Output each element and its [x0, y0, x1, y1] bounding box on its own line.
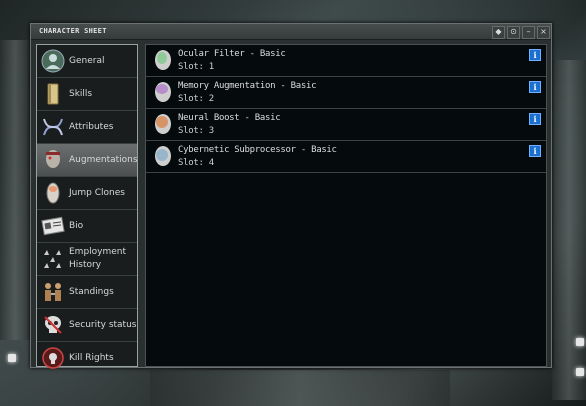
sidebar-item-label: Bio — [69, 220, 84, 231]
augmentation-slot: Slot: 4 — [178, 158, 214, 168]
background-light — [8, 354, 16, 362]
sidebar-item-label: Kill Rights — [69, 352, 114, 363]
sidebar-item-label: General — [69, 55, 105, 66]
options-button[interactable]: ⊙ — [507, 26, 520, 39]
skills-book-icon — [47, 83, 59, 105]
sidebar-item-kill-rights[interactable]: Kill Rights — [37, 342, 137, 374]
employment-history-icon — [44, 250, 61, 268]
sidebar-item-general[interactable]: General — [37, 45, 137, 78]
list-item[interactable]: Memory Augmentation - Basic Slot: 2 i — [146, 77, 546, 109]
sidebar-item-label: Skills — [69, 88, 93, 99]
augmentation-slot: Slot: 1 — [178, 62, 214, 72]
background-strut — [150, 370, 450, 406]
augmentation-slot: Slot: 3 — [178, 126, 214, 136]
list-item[interactable]: Cybernetic Subprocessor - Basic Slot: 4 … — [146, 141, 546, 173]
bio-document-icon — [41, 216, 65, 236]
sidebar-item-label: Attributes — [69, 121, 114, 132]
augmentation-name: Cybernetic Subprocessor - Basic — [178, 145, 337, 155]
augmentation-head-icon — [155, 146, 171, 166]
augmentation-head-icon — [155, 114, 171, 134]
character-sheet-window: CHARACTER SHEET ◆ ⊙ – × General Skills A… — [30, 23, 552, 369]
pin-button[interactable]: ◆ — [492, 26, 505, 39]
augmentation-name: Ocular Filter - Basic — [178, 49, 286, 59]
augmentation-name: Neural Boost - Basic — [178, 113, 281, 123]
sidebar-item-standings[interactable]: Standings — [37, 276, 137, 309]
sidebar-item-jump-clones[interactable]: Jump Clones — [37, 177, 137, 210]
sidebar-item-label: Employment History — [69, 247, 127, 270]
sidebar-item-employment-history[interactable]: Employment History — [37, 243, 137, 276]
info-button[interactable]: i — [529, 81, 541, 93]
sidebar-item-label: Jump Clones — [69, 187, 125, 198]
info-button[interactable]: i — [529, 145, 541, 157]
augmentations-list: Ocular Filter - Basic Slot: 1 i Memory A… — [145, 44, 547, 367]
background-light — [576, 368, 584, 376]
augmentations-head-icon — [46, 150, 60, 168]
minimize-button[interactable]: – — [522, 26, 535, 39]
sidebar-item-bio[interactable]: Bio — [37, 210, 137, 243]
sidebar-item-security-status[interactable]: Security status — [37, 309, 137, 342]
window-titlebar[interactable]: CHARACTER SHEET ◆ ⊙ – × — [31, 24, 551, 40]
sidebar: General Skills Attributes Augmentations — [36, 44, 138, 369]
sidebar-item-augmentations[interactable]: Augmentations — [37, 144, 138, 177]
sidebar-item-skills[interactable]: Skills — [37, 78, 137, 111]
close-button[interactable]: × — [537, 26, 550, 39]
augmentation-name: Memory Augmentation - Basic — [178, 81, 317, 91]
security-status-skull-icon — [44, 316, 62, 334]
background-strut — [0, 40, 30, 340]
augmentation-head-icon — [155, 50, 171, 70]
standings-icon — [45, 283, 61, 301]
background-strut — [552, 60, 586, 400]
augmentation-slot: Slot: 2 — [178, 94, 214, 104]
background-light — [576, 338, 584, 346]
attributes-helix-icon — [43, 118, 63, 136]
info-button[interactable]: i — [529, 49, 541, 61]
sidebar-item-label: Security status — [69, 319, 137, 330]
list-item[interactable]: Neural Boost - Basic Slot: 3 i — [146, 109, 546, 141]
sidebar-item-label: Standings — [69, 286, 114, 297]
list-item[interactable]: Ocular Filter - Basic Slot: 1 i — [146, 45, 546, 77]
kill-rights-icon — [42, 347, 64, 369]
window-title: CHARACTER SHEET — [39, 27, 107, 35]
general-icon — [41, 49, 65, 73]
augmentation-head-icon — [155, 82, 171, 102]
sidebar-item-attributes[interactable]: Attributes — [37, 111, 137, 144]
info-button[interactable]: i — [529, 113, 541, 125]
jump-clones-icon — [46, 182, 60, 204]
sidebar-item-label: Augmentations — [69, 154, 138, 165]
